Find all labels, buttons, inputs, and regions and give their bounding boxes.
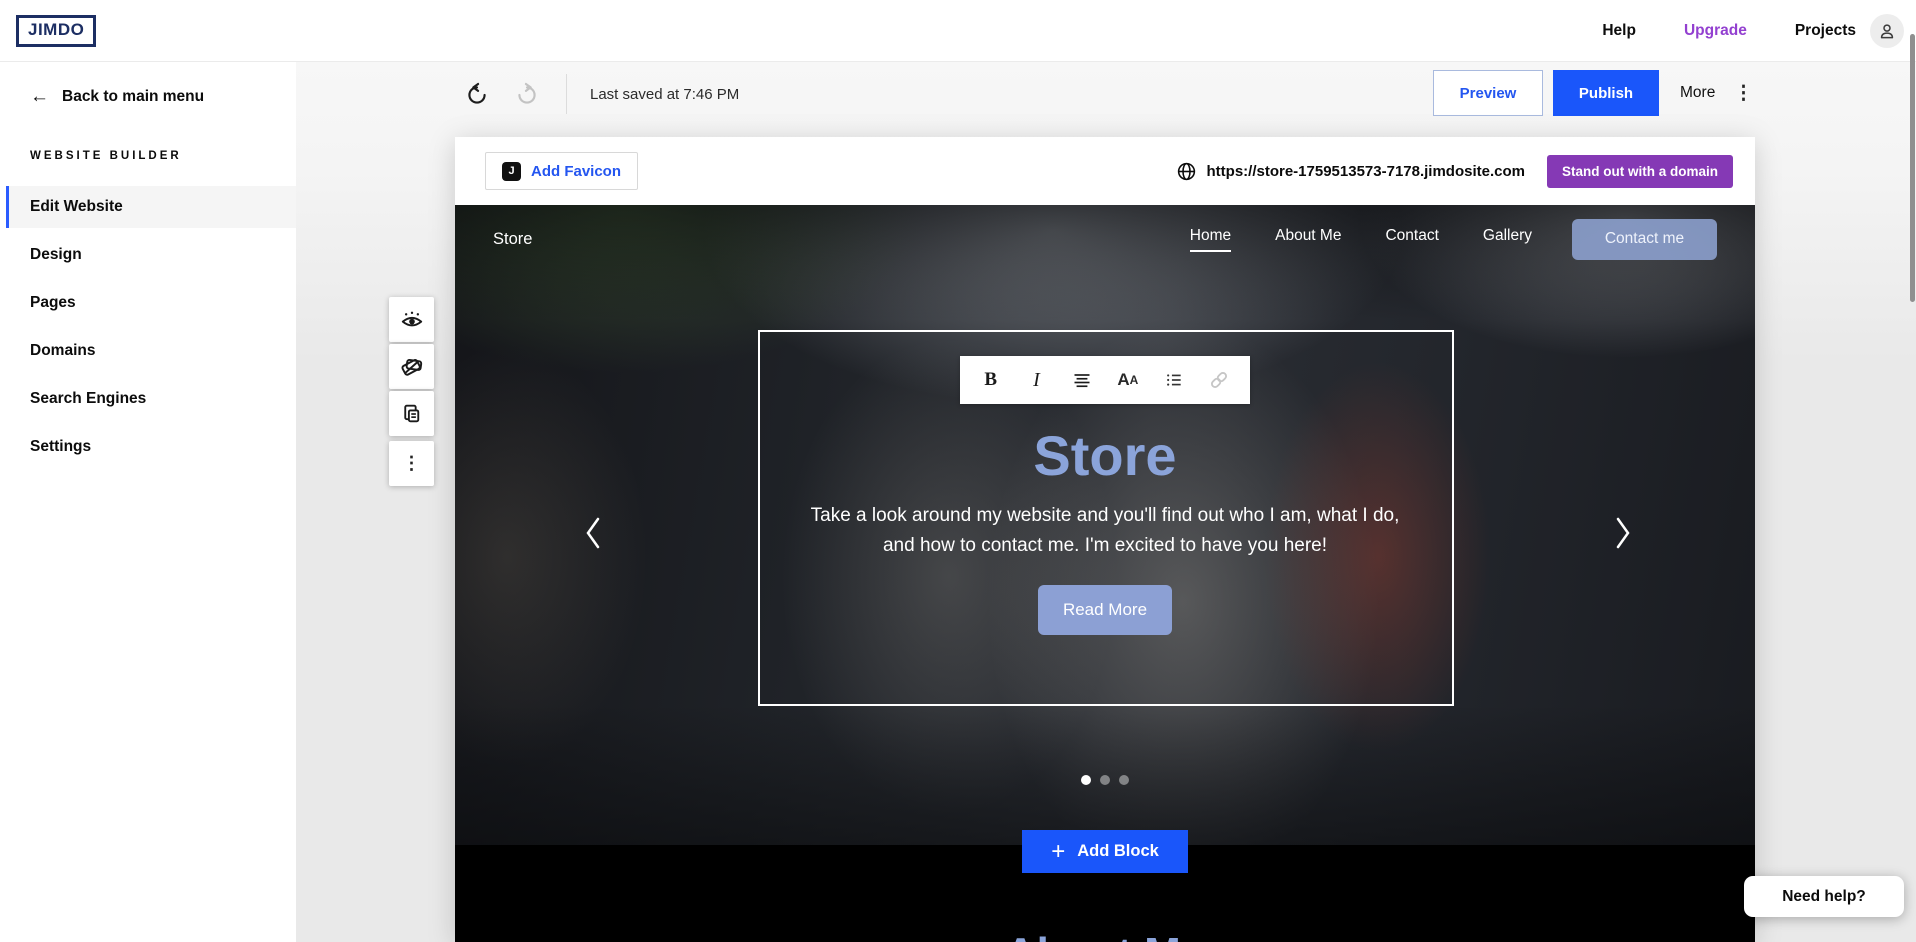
bold-button[interactable]: B [976,365,1006,395]
read-more-button[interactable]: Read More [1038,585,1172,635]
hero-description[interactable]: Take a look around my website and you'll… [800,501,1410,562]
sidebar-item-settings[interactable]: Settings [6,426,296,468]
need-help-button[interactable]: Need help? [1744,876,1904,917]
font-icon-large-a: A [1117,370,1129,390]
sidebar-item-design[interactable]: Design [6,234,296,276]
preview-button[interactable]: Preview [1433,70,1543,116]
toolbar-divider [566,74,567,114]
nav-link-about-me[interactable]: About Me [1275,227,1341,252]
link-icon [1208,369,1230,391]
carousel-dot-3[interactable] [1119,775,1129,785]
hide-block-button[interactable] [389,297,434,342]
kebab-icon: ⋮ [403,453,421,474]
block-design-button[interactable] [389,344,434,389]
publish-button[interactable]: Publish [1553,70,1659,116]
chevron-right-icon [1611,513,1635,553]
copy-icon [399,401,424,426]
plus-icon: + [1051,840,1065,864]
carousel-dots [455,775,1755,785]
carousel-dot-2[interactable] [1100,775,1110,785]
back-arrow-icon: ← [30,86,49,108]
font-style-button[interactable]: AA [1113,365,1143,395]
vertical-scrollbar[interactable] [1910,34,1915,302]
more-button[interactable]: More [1680,84,1715,102]
text-format-toolbar: B I AA [960,356,1250,404]
favicon-placeholder-icon: J [502,162,521,181]
projects-link[interactable]: Projects [1795,22,1856,40]
sidebar-item-domains[interactable]: Domains [6,330,296,372]
sidebar-menu: Edit Website Design Pages Domains Search… [0,186,296,474]
sidebar-item-pages[interactable]: Pages [6,282,296,324]
back-to-main-menu-button[interactable]: ← Back to main menu [30,86,204,108]
hero-title[interactable]: Store [455,423,1755,488]
undo-icon [464,82,490,108]
globe-icon [1176,161,1197,182]
align-center-icon [1072,370,1092,390]
back-to-main-menu-label: Back to main menu [62,88,204,106]
duplicate-block-button[interactable] [389,391,434,436]
sidebar-item-search-engines[interactable]: Search Engines [6,378,296,420]
undo-button[interactable] [460,78,494,112]
italic-button[interactable]: I [1021,365,1051,395]
site-navbar: Store Home About Me Contact Gallery Cont… [455,217,1755,261]
sidebar-item-edit-website[interactable]: Edit Website [6,186,296,228]
link-button[interactable] [1204,365,1234,395]
add-favicon-button[interactable]: J Add Favicon [485,152,638,190]
site-brand[interactable]: Store [493,230,532,249]
contact-me-button[interactable]: Contact me [1572,219,1717,260]
domain-upsell-button[interactable]: Stand out with a domain [1547,155,1733,188]
site-nav-links: Home About Me Contact Gallery [1190,227,1532,252]
website-canvas: J Add Favicon https://store-1759513573-7… [455,137,1755,942]
chevron-left-icon [581,513,605,553]
app-header: JIMDO Help Upgrade Projects [0,0,1916,62]
upgrade-link[interactable]: Upgrade [1684,22,1747,40]
bullet-list-icon [1164,370,1184,390]
user-icon [1877,21,1897,41]
nav-link-contact[interactable]: Contact [1385,227,1438,252]
help-link[interactable]: Help [1602,22,1636,40]
jimdo-editor-app: JIMDO Help Upgrade Projects ← Back to ma… [0,0,1916,942]
redo-button[interactable] [510,78,544,112]
more-options-kebab-icon[interactable]: ⋮ [1734,78,1753,110]
about-me-heading: About Me [455,929,1755,942]
font-icon-small-a: A [1130,373,1139,387]
redo-icon [514,82,540,108]
carousel-prev-button[interactable] [581,513,605,558]
nav-link-home[interactable]: Home [1190,227,1231,252]
last-saved-status: Last saved at 7:46 PM [590,86,739,103]
account-nav: Help Upgrade Projects [1602,0,1856,61]
account-avatar[interactable] [1870,14,1904,48]
site-url: https://store-1759513573-7178.jimdosite.… [1207,163,1525,180]
align-center-button[interactable] [1067,365,1097,395]
add-block-button[interactable]: + Add Block [1022,830,1188,873]
sidebar: ← Back to main menu WEBSITE BUILDER Edit… [0,62,296,942]
add-block-label: Add Block [1077,842,1159,861]
nav-link-gallery[interactable]: Gallery [1483,227,1532,252]
carousel-dot-1[interactable] [1081,775,1091,785]
bullet-list-button[interactable] [1159,365,1189,395]
block-more-options-button[interactable]: ⋮ [389,441,434,486]
eye-icon [399,307,425,333]
favicon-bar: J Add Favicon https://store-1759513573-7… [455,137,1755,205]
jimdo-logo[interactable]: JIMDO [16,15,96,47]
add-favicon-label: Add Favicon [531,163,621,180]
carousel-next-button[interactable] [1611,513,1635,558]
hero-carousel-block: Store Home About Me Contact Gallery Cont… [455,205,1755,845]
sidebar-section-title: WEBSITE BUILDER [30,150,182,162]
color-swatches-icon [399,354,425,380]
